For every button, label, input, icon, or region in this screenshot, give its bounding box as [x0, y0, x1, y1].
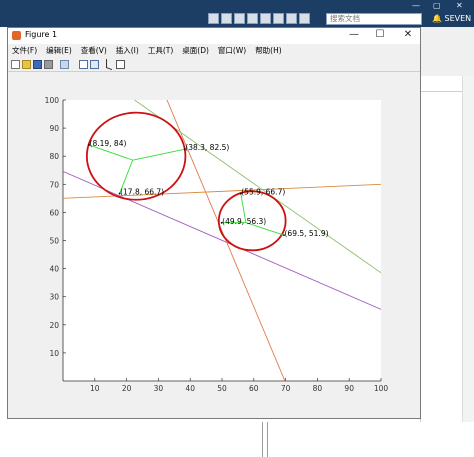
undo-icon[interactable]: [260, 13, 271, 24]
y-tick-label: 10: [49, 349, 59, 358]
y-tick-label: 90: [49, 124, 59, 133]
point-label: (17.8, 66.7): [120, 188, 164, 197]
quick-access-toolbar: [208, 13, 310, 25]
redo-icon[interactable]: [273, 13, 284, 24]
switch-windows-icon[interactable]: [286, 13, 297, 24]
plot-area[interactable]: 10 20 30 40 50 60 70 80 90 100 10 20 30 40 50 60 70 80 90 1…: [8, 28, 420, 418]
y-tick-label: 40: [49, 265, 59, 274]
cut-icon[interactable]: [221, 13, 232, 24]
x-tick-label: 90: [344, 384, 354, 393]
point-label: (49.9, 56.3): [222, 217, 266, 226]
y-tick-label: 60: [49, 208, 59, 217]
figure-window: Figure 1 — ☐ ✕ 文件(F) 编辑(E) 查看(V) 插入(I) 工…: [7, 27, 421, 419]
close-app-button[interactable]: ✕: [456, 1, 463, 10]
search-documentation-input[interactable]: 搜索文档: [326, 13, 422, 25]
user-name: SEVEN: [444, 14, 472, 23]
y-tick-label: 70: [49, 180, 59, 189]
paste-icon[interactable]: [247, 13, 258, 24]
divider: [262, 422, 263, 457]
minimize-app-button[interactable]: —: [412, 1, 420, 10]
x-tick-label: 10: [90, 384, 100, 393]
user-account-button[interactable]: 🔔 SEVEN: [432, 12, 471, 26]
background-scrollbar[interactable]: [462, 76, 474, 422]
x-tick-label: 70: [281, 384, 291, 393]
x-tick-label: 80: [313, 384, 323, 393]
x-tick-label: 30: [154, 384, 164, 393]
point-label: (69.5, 51.9): [285, 229, 329, 238]
x-tick-label: 40: [185, 384, 195, 393]
x-tick-label: 60: [249, 384, 259, 393]
copy-icon[interactable]: [234, 13, 245, 24]
y-tick-label: 80: [49, 152, 59, 161]
y-tick-label: 50: [49, 237, 59, 246]
divider: [267, 422, 268, 457]
x-tick-label: 100: [374, 384, 389, 393]
x-tick-label: 50: [217, 384, 227, 393]
bell-icon[interactable]: 🔔: [432, 14, 442, 23]
background-command-window: [0, 422, 474, 457]
y-tick-label: 30: [49, 293, 59, 302]
matlab-title-bar: — ▢ ✕ 搜索文档 🔔 SEVEN: [0, 0, 474, 27]
restore-app-button[interactable]: ▢: [433, 1, 441, 10]
point-label: (55.9, 66.7): [241, 188, 285, 197]
y-tick-label: 20: [49, 321, 59, 330]
save-icon[interactable]: [208, 13, 219, 24]
y-tick-label: 100: [45, 96, 60, 105]
help-icon[interactable]: [299, 13, 310, 24]
point-label: (38.3, 82.5): [185, 143, 229, 152]
x-tick-label: 20: [122, 384, 132, 393]
point-label: (8.19, 84): [90, 139, 127, 148]
